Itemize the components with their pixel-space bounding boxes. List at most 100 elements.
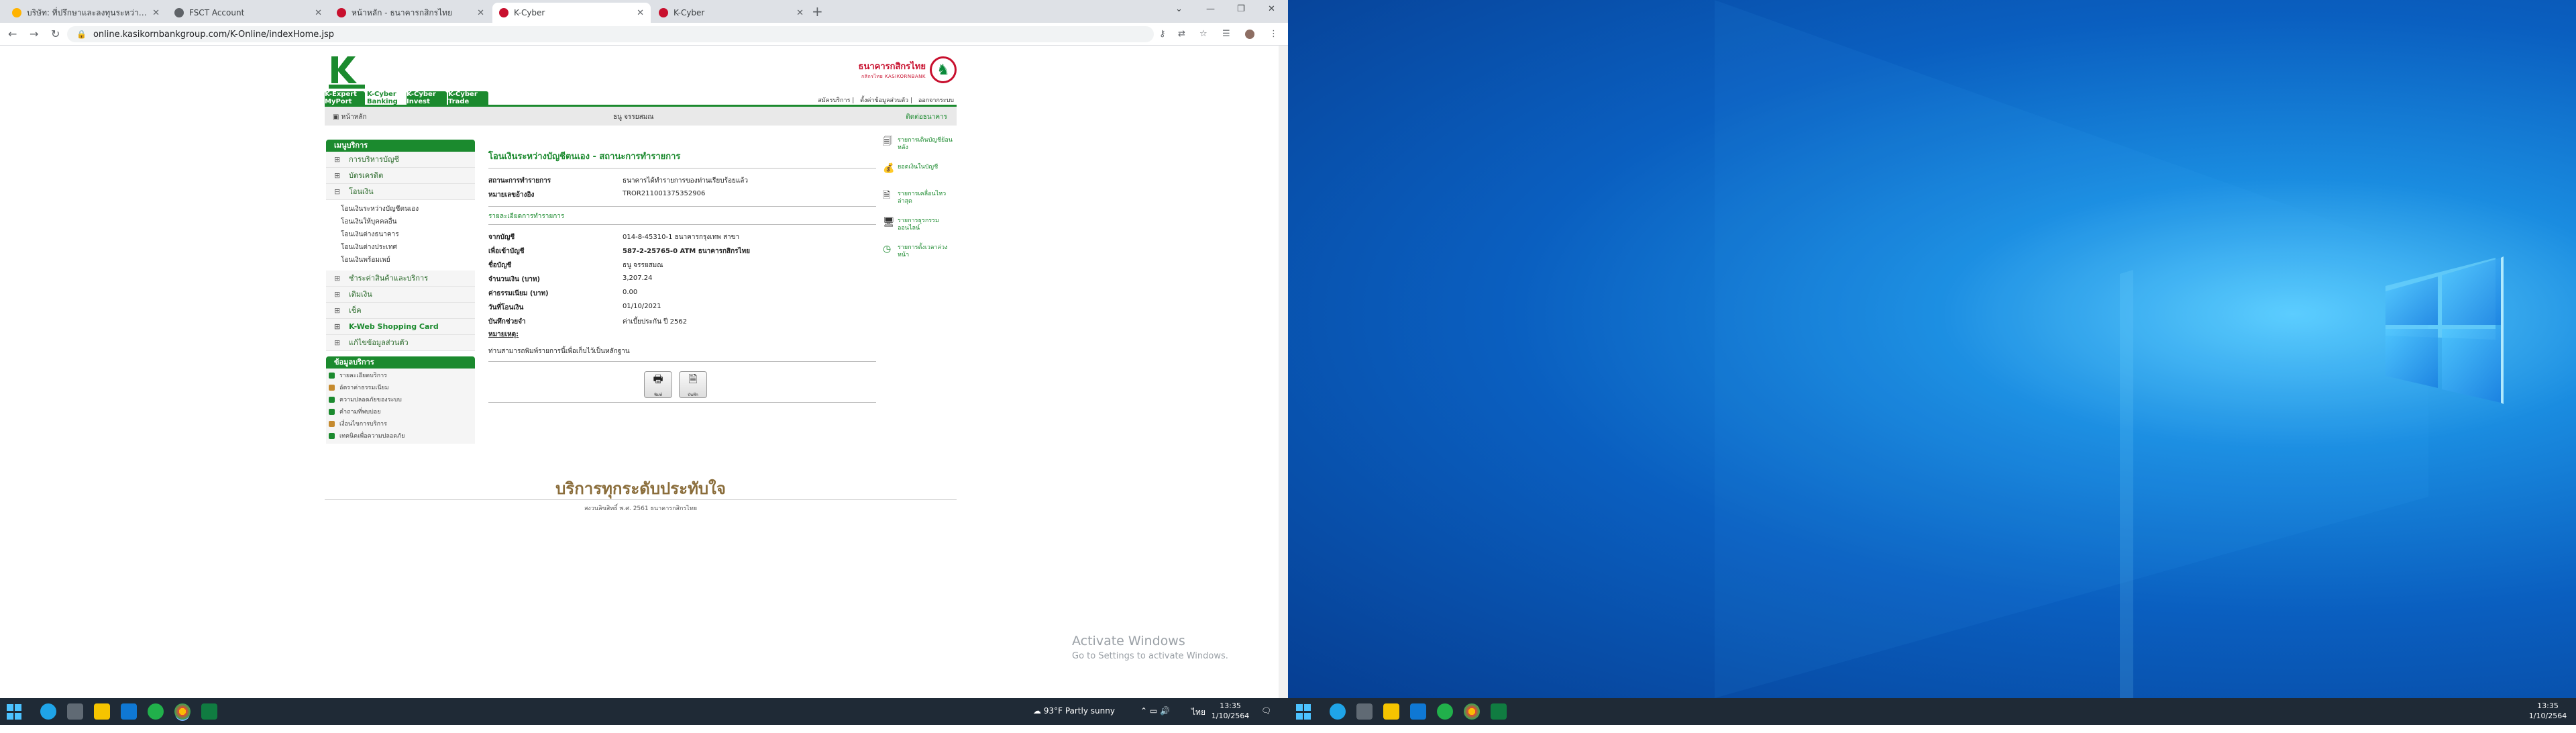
info-item-fees[interactable]: อัตราค่าธรรมเนียม: [326, 382, 475, 394]
quick-link-balance[interactable]: 💰 ยอดเงินในบัญชี: [881, 164, 957, 191]
divider: [488, 361, 876, 362]
tray-icons[interactable]: ⌃ ▭ 🔊: [1140, 706, 1170, 733]
sidebar-item-label: ชำระค่าสินค้าและบริการ: [349, 274, 429, 283]
store-icon[interactable]: [1383, 703, 1399, 720]
bookmark-star-icon[interactable]: ☆: [1199, 29, 1208, 39]
submenu-own-account[interactable]: โอนเงินระหว่างบัญชีตนเอง: [326, 203, 475, 215]
chrome-icon[interactable]: [1464, 703, 1480, 720]
kcyber-page: ธนาคารกสิกรไทย กสิกรไทย KASIKORNBANK ♞ K…: [325, 52, 957, 512]
home-link[interactable]: ▣ หน้าหลัก: [333, 112, 366, 122]
edge-icon[interactable]: [1330, 703, 1346, 720]
close-tab-icon[interactable]: ✕: [796, 8, 804, 18]
notification-icon[interactable]: 🗨: [1261, 706, 1271, 733]
translate-icon[interactable]: ⇄: [1178, 29, 1185, 39]
maximize-button[interactable]: ❐: [1237, 4, 1245, 14]
shield-icon: [329, 433, 335, 439]
top-links: สมัครบริการ | ตั้งค่าข้อมูลส่วนตัว | ออก…: [818, 97, 954, 104]
info-item-tips[interactable]: เทคนิคเพื่อความปลอดภัย: [326, 430, 475, 442]
quick-link-recent[interactable]: 🗎 รายการเคลื่อนไหวล่าสุด: [881, 191, 957, 217]
clock[interactable]: 13:35 1/10/2564: [2526, 701, 2569, 721]
excel-icon[interactable]: [201, 703, 217, 720]
submenu-other-bank[interactable]: โอนเงินต่างธนาคาร: [326, 228, 475, 241]
detail-row: จำนวนเงิน (บาท) 3,207.24: [488, 272, 876, 286]
browser-tab[interactable]: หน้าหลัก - ธนาคารกสิกรไทย ✕: [330, 3, 491, 23]
sidebar-item-credit[interactable]: ⊞ บัตรเครดิต: [326, 168, 475, 184]
close-tab-icon[interactable]: ✕: [637, 8, 644, 18]
task-view-icon[interactable]: [1356, 703, 1373, 720]
address-bar[interactable]: 🔒 online.kasikornbankgroup.com/K-Online/…: [67, 26, 1154, 42]
back-icon[interactable]: ←: [8, 28, 17, 40]
weather-text: 93°F Partly sunny: [1043, 706, 1115, 716]
start-button[interactable]: [7, 704, 23, 720]
tab-k-cyber-banking[interactable]: K-Cyber Banking: [366, 91, 405, 105]
note-text: ท่านสามารถพิมพ์รายการนี้เพื่อเก็บไว้เป็น…: [488, 348, 630, 355]
left-monitor: บริษัท: ที่ปรึกษาและลงทุนระหว่างประเทศ ✕…: [0, 0, 1288, 725]
tab-search-icon[interactable]: ⌄: [1175, 4, 1183, 14]
close-tab-icon[interactable]: ✕: [152, 8, 160, 18]
key-icon[interactable]: ⚷: [1159, 29, 1166, 39]
sidebar-item-bills[interactable]: ⊞ ชำระค่าสินค้าและบริการ: [326, 271, 475, 287]
contact-link[interactable]: ติดต่อธนาคาร: [906, 112, 947, 122]
sidebar-item-kweb-shopping[interactable]: ⊞ K-Web Shopping Card: [326, 319, 475, 335]
info-item-details[interactable]: รายละเอียดบริการ: [326, 370, 475, 382]
mail-icon[interactable]: [1410, 703, 1426, 720]
excel-icon[interactable]: [1491, 703, 1507, 720]
browser-tab[interactable]: FSCT Account ✕: [168, 3, 329, 23]
close-window-button[interactable]: ✕: [1268, 4, 1275, 14]
browser-tab[interactable]: บริษัท: ที่ปรึกษาและลงทุนระหว่างประเทศ ✕: [5, 3, 166, 23]
info-item-faq[interactable]: คำถามที่พบบ่อย: [326, 406, 475, 418]
expand-icon: ⊞: [334, 338, 341, 347]
quick-link-online[interactable]: 🖥 รายการธุรกรรมออนไลน์: [881, 217, 957, 244]
tab-k-cyber-trade[interactable]: K-Cyber Trade: [448, 91, 488, 105]
new-tab-button[interactable]: +: [812, 4, 823, 19]
quick-link-scheduled[interactable]: ◷ รายการตั้งเวลาล่วงหน้า: [881, 244, 957, 271]
sidebar-item-cheque[interactable]: ⊞ เช็ค: [326, 303, 475, 319]
sidebar-item-accounts[interactable]: ⊞ การบริหารบัญชี: [326, 152, 475, 168]
start-button[interactable]: [1296, 704, 1312, 720]
page-scrollbar[interactable]: [1279, 46, 1288, 698]
browser-tab[interactable]: K-Cyber ✕: [652, 3, 810, 23]
submenu-overseas[interactable]: โอนเงินต่างประเทศ: [326, 241, 475, 254]
chrome-icon[interactable]: [174, 703, 191, 720]
sidebar-item-label: เติมเงิน: [349, 290, 372, 299]
profile-avatar[interactable]: [1245, 30, 1254, 39]
close-tab-icon[interactable]: ✕: [477, 8, 484, 18]
browser-tab-active[interactable]: K-Cyber ✕: [492, 3, 651, 23]
divider: [325, 499, 957, 500]
tab-title: K-Cyber: [514, 8, 545, 17]
clock[interactable]: 13:35 1/10/2564: [1210, 701, 1250, 721]
store-icon[interactable]: [94, 703, 110, 720]
sidebar-item-topup[interactable]: ⊞ เติมเงิน: [326, 287, 475, 303]
close-tab-icon[interactable]: ✕: [315, 8, 322, 18]
tab-title: บริษัท: ที่ปรึกษาและลงทุนระหว่างประเทศ: [27, 7, 148, 17]
money-bag-icon: 💰: [883, 163, 895, 174]
forward-icon[interactable]: →: [30, 28, 38, 40]
task-view-icon[interactable]: [67, 703, 83, 720]
submenu-other-person[interactable]: โอนเงินให้บุคคลอื่น: [326, 215, 475, 228]
print-button[interactable]: 🖶 พิมพ์: [644, 371, 672, 398]
submenu-promptpay[interactable]: โอนเงินพร้อมเพย์: [326, 254, 475, 266]
mail-icon[interactable]: [121, 703, 137, 720]
weather-widget[interactable]: ☁ 93°F Partly sunny: [1033, 706, 1115, 733]
minimize-button[interactable]: —: [1206, 4, 1215, 14]
line-icon[interactable]: [1437, 703, 1453, 720]
link-settings[interactable]: ตั้งค่าข้อมูลส่วนตัว: [860, 97, 908, 104]
edge-icon[interactable]: [40, 703, 56, 720]
info-item-terms[interactable]: เงื่อนไขการบริการ: [326, 418, 475, 430]
line-icon[interactable]: [148, 703, 164, 720]
reload-icon[interactable]: ↻: [51, 28, 60, 40]
input-language[interactable]: ไทย: [1191, 706, 1205, 733]
sidebar-item-profile[interactable]: ⊞ แก้ไขข้อมูลส่วนตัว: [326, 335, 475, 351]
menu-kebab-icon[interactable]: ⋮: [1269, 29, 1278, 39]
save-button[interactable]: 🗎 บันทึก: [679, 371, 707, 398]
reading-list-icon[interactable]: ☰: [1222, 29, 1230, 39]
detail-key: ชื่อบัญชี: [488, 262, 512, 269]
info-item-security[interactable]: ความปลอดภัยของระบบ: [326, 394, 475, 406]
tab-k-expert[interactable]: K-Expert MyPort: [325, 91, 365, 105]
quick-link-statement[interactable]: 🗐 รายการเดินบัญชีย้อนหลัง: [881, 137, 957, 164]
kbank-logo-icon: [329, 56, 365, 89]
link-register[interactable]: สมัครบริการ: [818, 97, 850, 104]
link-logout[interactable]: ออกจากระบบ: [918, 97, 954, 104]
sidebar-item-transfer[interactable]: ⊟ โอนเงิน: [326, 184, 475, 200]
tab-k-cyber-invest[interactable]: K-Cyber Invest: [407, 91, 447, 105]
